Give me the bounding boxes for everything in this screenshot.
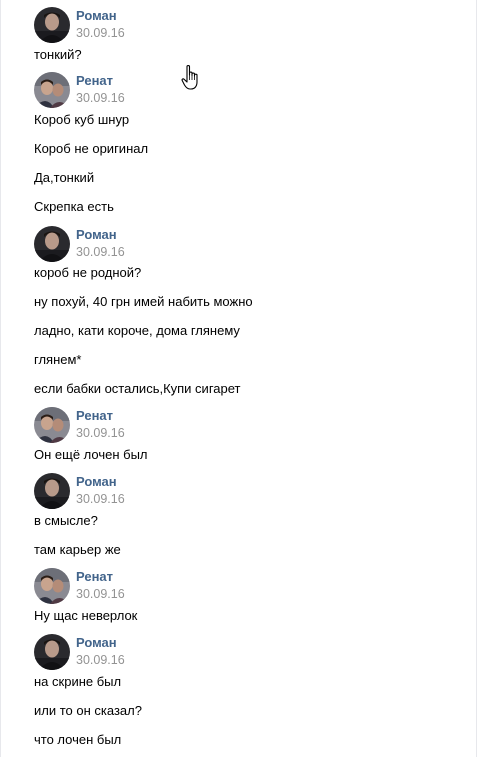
author-name[interactable]: Ренат <box>76 408 113 423</box>
message-date[interactable]: 30.09.16 <box>76 26 125 40</box>
avatar[interactable] <box>34 72 70 108</box>
avatar[interactable] <box>34 568 70 604</box>
avatar[interactable] <box>34 7 70 43</box>
message-text: в смысле? <box>34 513 98 528</box>
author-name[interactable]: Роман <box>76 635 117 650</box>
avatar[interactable] <box>34 226 70 262</box>
message-text: там карьер же <box>34 542 121 557</box>
message-text: Скрепка есть <box>34 199 114 214</box>
message-text: или то он сказал? <box>34 703 142 718</box>
avatar-renat-photo <box>34 407 70 443</box>
hand-pointer-icon <box>181 64 198 90</box>
message-text: если бабки остались,Купи сигарет <box>34 381 241 396</box>
message-date[interactable]: 30.09.16 <box>76 245 125 259</box>
message-group: Роман 30.09.16 в смысле? там карьер же <box>34 473 454 557</box>
avatar-renat-photo <box>34 568 70 604</box>
author-name[interactable]: Роман <box>76 227 117 242</box>
message-header: Ренат 30.09.16 <box>34 568 454 606</box>
message-date[interactable]: 30.09.16 <box>76 91 125 105</box>
avatar-roman-photo <box>34 226 70 262</box>
message-date[interactable]: 30.09.16 <box>76 426 125 440</box>
avatar-renat-photo <box>34 72 70 108</box>
message-date[interactable]: 30.09.16 <box>76 492 125 506</box>
avatar-roman-photo <box>34 634 70 670</box>
message-text: короб не родной? <box>34 265 142 280</box>
avatar-roman-photo <box>34 473 70 509</box>
message-header: Ренат 30.09.16 <box>34 407 454 445</box>
message-group: Роман 30.09.16 тонкий? <box>34 7 454 62</box>
message-text: Короб куб шнур <box>34 112 130 127</box>
avatar[interactable] <box>34 407 70 443</box>
message-text: Да,тонкий <box>34 170 95 185</box>
message-header: Роман 30.09.16 <box>34 473 454 511</box>
avatar[interactable] <box>34 634 70 670</box>
message-date[interactable]: 30.09.16 <box>76 653 125 667</box>
avatar[interactable] <box>34 473 70 509</box>
message-text: ну похуй, 40 грн имей набить можно <box>34 294 253 309</box>
message-text: Ну щас неверлок <box>34 608 138 623</box>
message-date[interactable]: 30.09.16 <box>76 587 125 601</box>
message-header: Роман 30.09.16 <box>34 7 454 45</box>
message-group: Ренат 30.09.16 Он ещё лочен был <box>34 407 454 462</box>
message-group: Роман 30.09.16 короб не родной? ну похуй… <box>34 226 454 396</box>
message-text: Он ещё лочен был <box>34 447 148 462</box>
chat-history: Роман 30.09.16 тонкий? Ренат 30.09.16 Ко <box>0 0 477 757</box>
author-name[interactable]: Ренат <box>76 569 113 584</box>
message-group: Ренат 30.09.16 Ну щас неверлок <box>34 568 454 623</box>
author-name[interactable]: Роман <box>76 474 117 489</box>
avatar-roman-photo <box>34 7 70 43</box>
message-header: Ренат 30.09.16 <box>34 72 454 110</box>
message-text: тонкий? <box>34 47 82 62</box>
message-text: ладно, кати короче, дома глянему <box>34 323 240 338</box>
message-text: на скрине был <box>34 674 122 689</box>
author-name[interactable]: Ренат <box>76 73 113 88</box>
message-text: Короб не оригинал <box>34 141 149 156</box>
message-text: что лочен был <box>34 732 122 747</box>
message-header: Роман 30.09.16 <box>34 634 454 672</box>
message-header: Роман 30.09.16 <box>34 226 454 264</box>
message-text: глянем* <box>34 352 82 367</box>
message-group: Ренат 30.09.16 Короб куб шнур Короб не о… <box>34 72 454 214</box>
message-group: Роман 30.09.16 на скрине был или то он с… <box>34 634 454 747</box>
author-name[interactable]: Роман <box>76 8 117 23</box>
